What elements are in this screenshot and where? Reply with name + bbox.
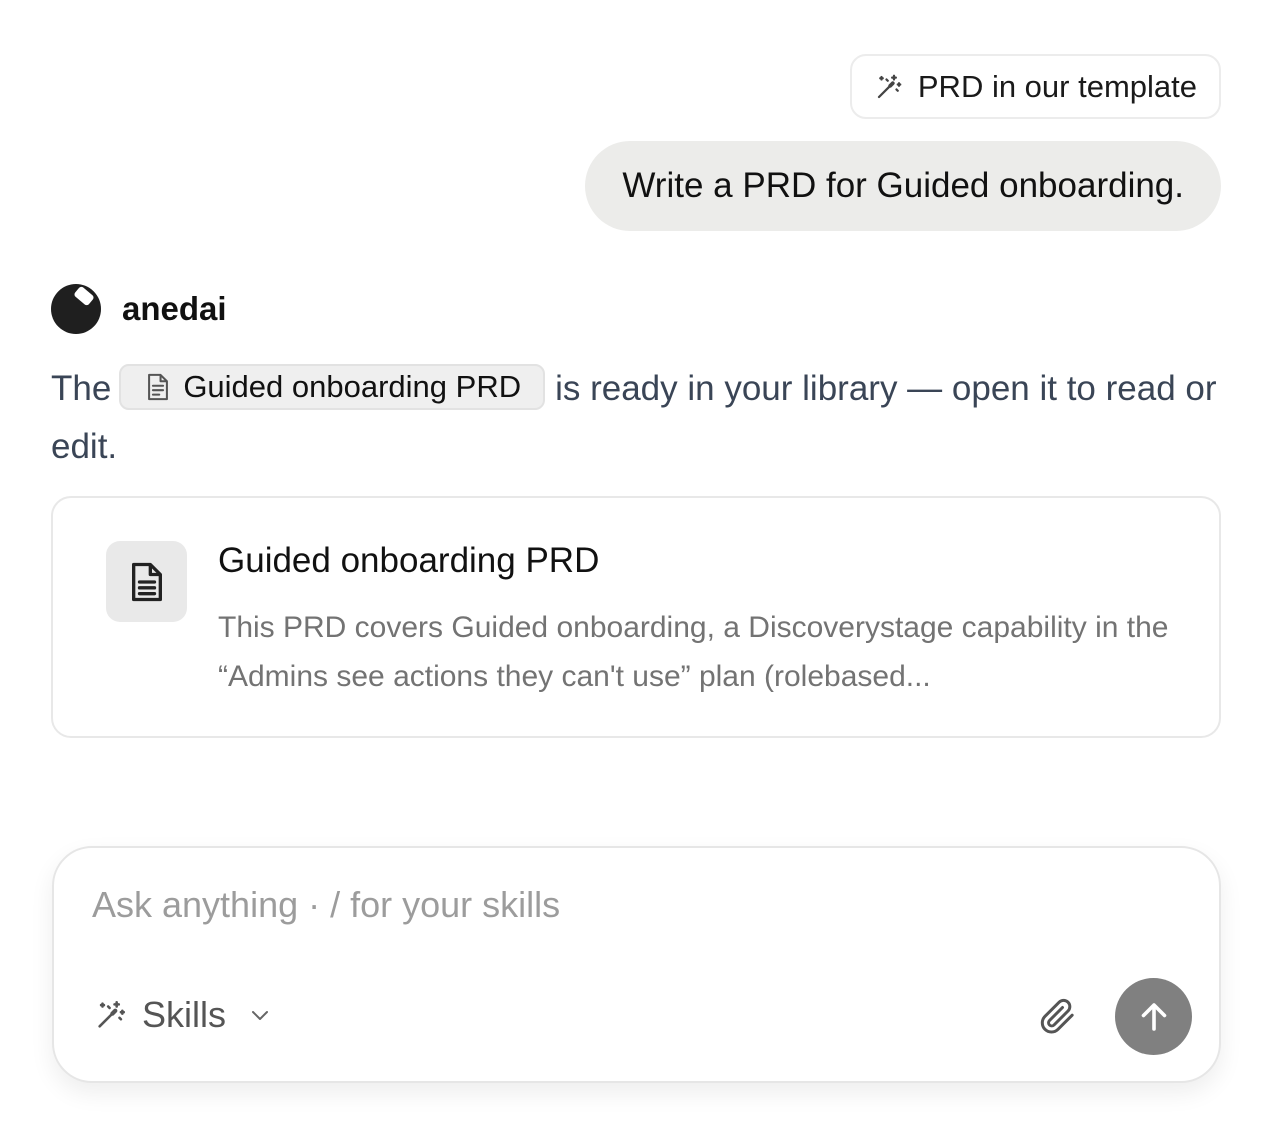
arrow-up-icon (1141, 1002, 1166, 1031)
chat-page: PRD in our template Write a PRD for Guid… (0, 0, 1273, 1133)
document-card-description: This PRD covers Guided onboarding, a Dis… (218, 611, 1169, 693)
paperclip-icon[interactable] (1038, 994, 1078, 1038)
skill-chip[interactable]: PRD in our template (849, 54, 1221, 119)
magic-wand-icon (98, 1000, 126, 1028)
anedai-logo-icon (51, 284, 101, 334)
document-card-icon-box (106, 541, 187, 622)
composer: Ask anything · / for your skills Skills (52, 846, 1221, 1083)
document-icon (148, 373, 169, 400)
skill-chip-label: PRD in our template (917, 68, 1197, 104)
skills-label: Skills (142, 994, 227, 1035)
assistant-text-before: The (51, 369, 112, 408)
document-icon (131, 562, 162, 601)
document-card-title: Guided onboarding PRD (218, 541, 600, 580)
send-button[interactable] (1115, 978, 1192, 1055)
skills-button[interactable]: Skills (94, 994, 272, 1036)
assistant-name: anedai (122, 290, 227, 327)
inline-doc-link[interactable]: Guided onboarding PRD (119, 363, 546, 410)
assistant-message: The Guided onboarding PRD is ready in your… (51, 360, 1231, 476)
chevron-down-icon (252, 1011, 269, 1020)
assistant-header: anedai (51, 284, 227, 334)
inline-doc-label: Guided onboarding PRD (183, 368, 522, 404)
message-input[interactable]: Ask anything · / for your skills (92, 884, 560, 926)
magic-wand-icon (877, 74, 902, 98)
user-message: Write a PRD for Guided onboarding. (585, 141, 1221, 231)
document-card[interactable]: Guided onboarding PRD This PRD covers Gu… (51, 496, 1221, 738)
